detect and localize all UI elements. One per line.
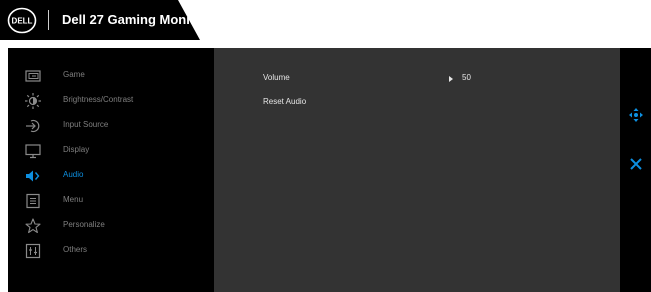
navigation-bar — [620, 48, 651, 292]
sidebar-item-menu[interactable]: Menu — [8, 189, 214, 213]
brightness-icon — [25, 93, 41, 109]
logo-text: DELL — [12, 17, 33, 26]
sidebar-item-others[interactable]: Others — [8, 239, 214, 263]
sidebar-item-game[interactable]: Game — [8, 64, 214, 88]
volume-label: Volume — [263, 73, 290, 82]
sidebar-item-brightness-contrast[interactable]: Brightness/Contrast — [8, 89, 214, 113]
sidebar-item-label: Game — [63, 70, 85, 79]
sidebar: Game Brightness/Contrast Input Source Di… — [8, 48, 214, 292]
reset-audio-row[interactable]: Reset Audio — [214, 92, 620, 112]
sidebar-item-label: Display — [63, 145, 90, 154]
sidebar-item-label: Brightness/Contrast — [63, 95, 134, 104]
sidebar-item-label: Input Source — [63, 120, 109, 129]
sidebar-item-label: Menu — [63, 195, 84, 204]
star-icon — [25, 218, 41, 234]
speaker-icon — [26, 170, 40, 182]
sidebar-item-input-source[interactable]: Input Source — [8, 114, 214, 138]
arrow-right-icon — [449, 76, 453, 82]
joystick-nav-icon[interactable] — [627, 106, 645, 124]
display-icon — [25, 144, 41, 159]
sidebar-item-display[interactable]: Display — [8, 139, 214, 163]
close-icon[interactable] — [629, 157, 643, 171]
title-divider — [48, 10, 49, 30]
sidebar-item-personalize[interactable]: Personalize — [8, 214, 214, 238]
osd-menu: Game Brightness/Contrast Input Source Di… — [8, 48, 651, 292]
title-tab: DELL Dell 27 Gaming Monitor — [0, 0, 207, 40]
monitor-title: Dell 27 Gaming Monitor — [62, 12, 208, 27]
menu-icon — [26, 193, 40, 209]
sidebar-item-label: Others — [63, 245, 88, 254]
sidebar-item-label: Audio — [63, 170, 84, 179]
game-icon — [25, 70, 41, 82]
sidebar-item-audio[interactable]: Audio — [8, 164, 214, 188]
volume-row[interactable]: Volume 50 — [214, 68, 620, 88]
dell-logo: DELL — [7, 7, 37, 34]
audio-settings-panel: Volume 50 Reset Audio — [214, 48, 620, 292]
volume-value: 50 — [462, 73, 471, 82]
reset-audio-label: Reset Audio — [263, 97, 307, 106]
others-icon — [25, 243, 41, 259]
input-source-icon — [26, 119, 40, 133]
sidebar-item-label: Personalize — [63, 220, 105, 229]
